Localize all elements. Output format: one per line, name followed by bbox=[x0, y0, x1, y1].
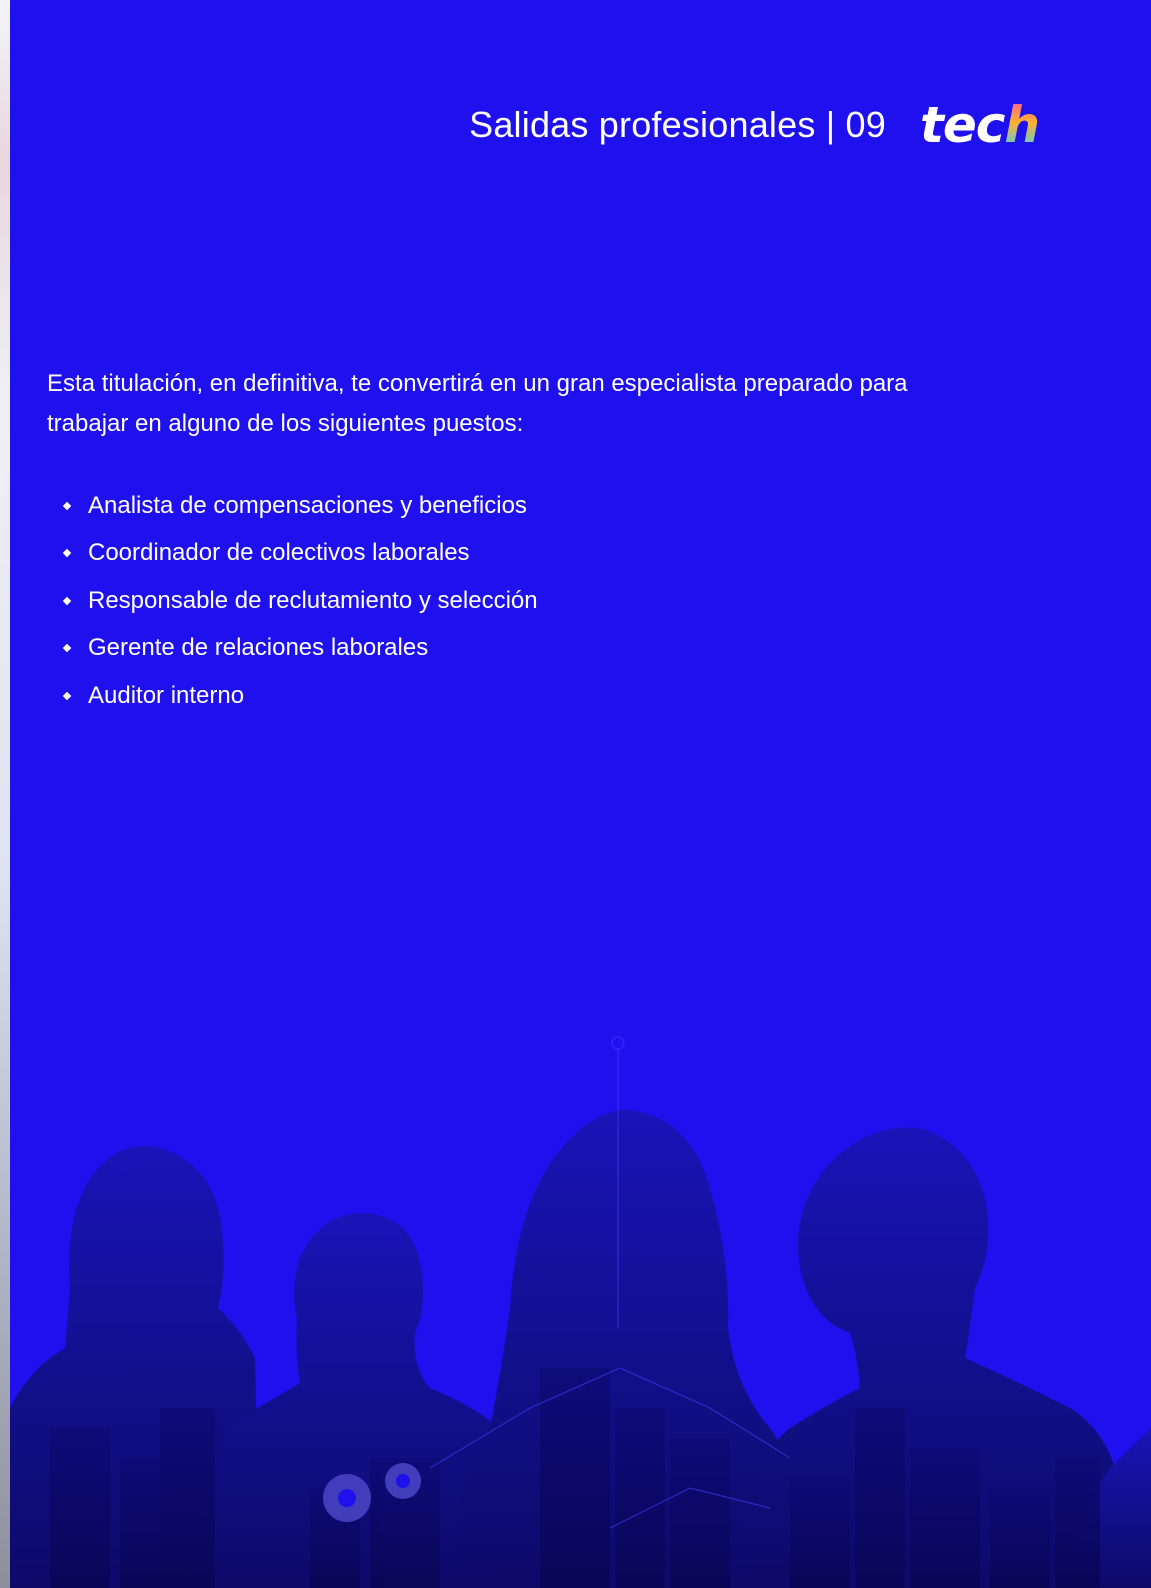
intro-paragraph: Esta titulación, en definitiva, te conve… bbox=[47, 370, 908, 437]
team-silhouette-cityscape-icon bbox=[10, 1036, 1151, 1588]
logo-text: tec bbox=[919, 96, 1005, 154]
job-title: Auditor interno bbox=[88, 681, 245, 709]
section-title: Salidas profesionales | 09 bbox=[469, 104, 886, 145]
list-item: Analista de compensaciones y beneficios bbox=[62, 482, 538, 530]
page-header: Salidas profesionales | 09 tec h bbox=[469, 96, 1040, 154]
bullet-icon bbox=[62, 596, 72, 605]
tech-logo: tec h bbox=[919, 96, 1040, 154]
list-item: Responsable de reclutamiento y selección bbox=[62, 577, 538, 625]
bullet-icon bbox=[62, 501, 72, 510]
list-item: Coordinador de colectivos laborales bbox=[62, 530, 538, 578]
previous-page-edge bbox=[0, 0, 10, 1588]
bullet-icon bbox=[62, 549, 72, 558]
list-item: Gerente de relaciones laborales bbox=[62, 625, 538, 673]
logo-h-letter: h bbox=[1004, 96, 1040, 154]
job-title: Coordinador de colectivos laborales bbox=[88, 539, 470, 567]
job-title: Analista de compensaciones y beneficios bbox=[88, 491, 527, 519]
job-list: Analista de compensaciones y beneficios … bbox=[62, 482, 538, 720]
list-item: Auditor interno bbox=[62, 672, 538, 720]
document-page: Salidas profesionales | 09 tec h Esta tit… bbox=[10, 0, 1151, 1588]
bullet-icon bbox=[62, 691, 72, 700]
bullet-icon bbox=[62, 644, 72, 653]
job-title: Gerente de relaciones laborales bbox=[88, 634, 429, 662]
job-title: Responsable de reclutamiento y selección bbox=[88, 586, 538, 614]
